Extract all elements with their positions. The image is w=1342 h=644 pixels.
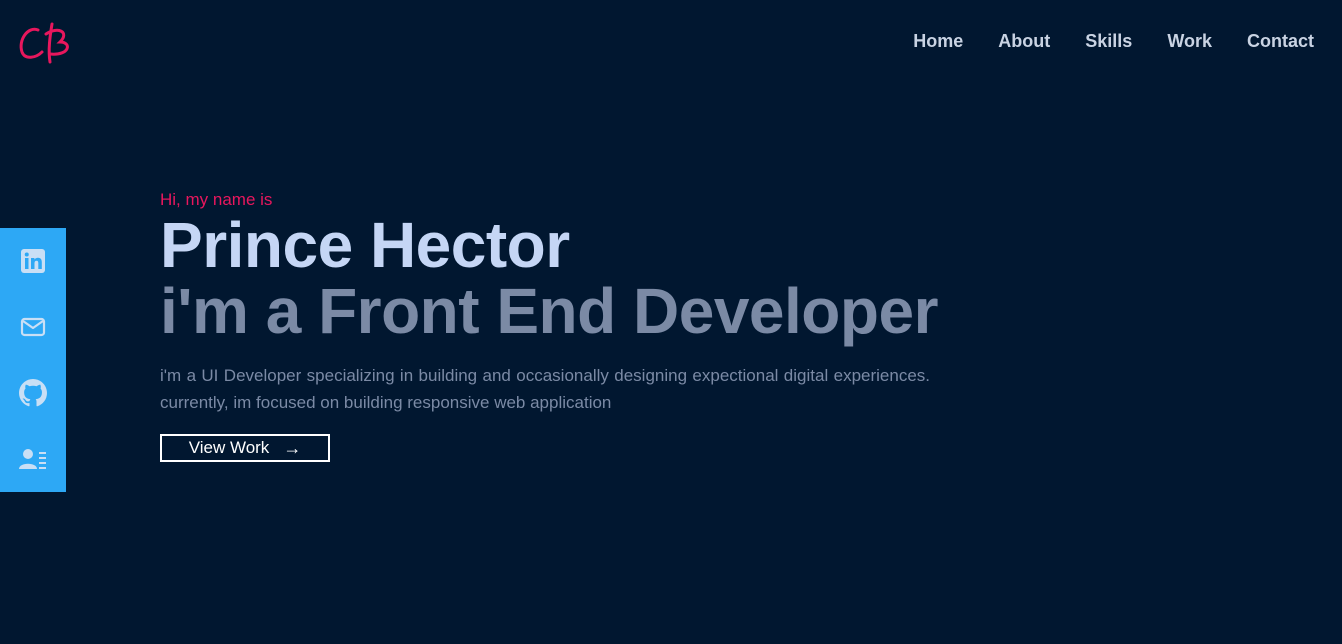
nav-work-link[interactable]: Work [1167, 30, 1212, 52]
view-work-label: View Work [188, 438, 270, 457]
hero-section: Hi, my name is Prince Hector i'm a Front… [160, 188, 940, 462]
resume-icon [19, 449, 46, 469]
arrow-right-icon: → [283, 438, 302, 458]
github-link[interactable] [18, 378, 48, 408]
email-link[interactable] [18, 312, 48, 342]
hero-role: i'm a Front End Developer [160, 275, 938, 347]
nav-home-link[interactable]: Home [913, 30, 963, 52]
linkedin-link[interactable] [18, 246, 48, 276]
main-nav: Home About Skills Work Contact [878, 30, 1314, 52]
logo[interactable] [16, 18, 76, 68]
nav-about-link[interactable]: About [998, 30, 1050, 52]
hero-description: i'm a UI Developer specializing in build… [160, 366, 930, 412]
github-icon [19, 379, 47, 407]
view-work-button[interactable]: View Work → [160, 434, 330, 462]
nav-skills-link[interactable]: Skills [1085, 30, 1132, 52]
email-icon [20, 317, 46, 337]
linkedin-icon [21, 249, 45, 273]
nav-contact-link[interactable]: Contact [1247, 30, 1314, 52]
social-sidebar [0, 228, 66, 492]
page: Home About Skills Work Contact Hi, my na… [0, 0, 1342, 644]
logo-signature-icon [19, 22, 69, 64]
resume-link[interactable] [18, 444, 48, 474]
hero-name: Prince Hector [160, 209, 570, 281]
